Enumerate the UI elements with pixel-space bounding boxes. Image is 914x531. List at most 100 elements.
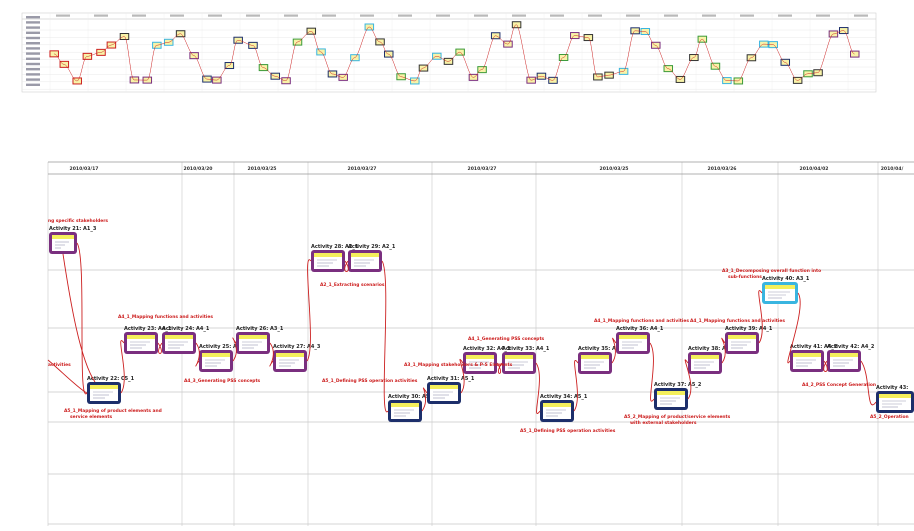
activity-title: Activity 42: A4_2 [827,344,875,350]
activity-node[interactable]: Activity 43: [876,385,914,413]
annotation-note: A4_3_Generating PSS concepts [184,378,261,384]
activity-screen-header [466,355,494,359]
activity-screen-header [127,335,155,339]
activity-title: Activity 29: A2_1 [348,244,396,250]
annotation-note: A5_2_Mapping of product/service elements… [624,414,731,426]
overview-date-tick [94,14,108,17]
flow-link [157,342,163,354]
activity-node[interactable]: Activity 36: A4_1 [616,326,664,354]
overview-date-tick [284,14,298,17]
overview-date-tick [854,14,868,17]
activity-node[interactable]: Activity 31: A5_1 [427,376,475,404]
overview-date-tick [664,14,678,17]
activity-screen-header [351,253,379,257]
overview-date-tick [322,14,336,17]
activity-node[interactable]: Activity 27: A4_3 [273,344,321,372]
activity-screen-header [543,403,571,407]
overview-date-tick [702,14,716,17]
overview-date-tick [778,14,792,17]
overview-row-label [26,21,40,24]
process-overview-minimap [21,12,877,93]
overview-row-label [26,36,40,40]
activity-title: Activity 34: A5_1 [540,394,588,400]
annotation-note: A2_1_Extracting scenarios [320,282,385,288]
overview-row-label [26,73,40,76]
activity-screen-header [830,353,858,357]
overview-date-tick [740,14,754,17]
overview-date-tick [626,14,640,17]
overview-date-tick [170,14,184,17]
overview-row-label [26,52,40,55]
activity-title: Activity 26: A3_1 [236,326,284,332]
timeline-date-label: 2010/03/26 [708,166,737,172]
overview-row-label [26,31,40,34]
overview-date-tick [246,14,260,17]
overview-date-tick [474,14,488,17]
overview-date-tick [436,14,450,17]
annotation-note: A4_1_Generating PSS concepts [468,336,545,342]
flow-link [76,242,88,395]
flow-link [649,342,655,402]
activity-node[interactable]: Activity 33: A4_1 [502,346,550,374]
overview-date-tick [360,14,374,17]
timeline-date-label: 2010/03/25 [600,166,629,172]
activity-screen-header [239,335,267,339]
activity-screen-header [505,355,533,359]
activity-title: Activity 36: A4_1 [616,326,664,332]
annotation-note: A4_1_Mapping functions and activities [118,314,213,320]
annotation-note: activities [48,362,71,368]
overview-date-tick [512,14,526,17]
overview-row-label [26,62,40,66]
timeline-date-label: 2010/03/17 [70,166,99,172]
annotation-note: A5_2_Operation [870,414,909,420]
overview-flow-path [53,24,855,82]
overview-row-label [26,57,40,60]
overview-date-tick [588,14,602,17]
activity-node[interactable]: Activity 37: A5_2 [654,382,702,410]
activity-node[interactable]: Activity 21: A1_3 [49,226,97,254]
timeline-date-label: 2010/04/ [881,166,904,172]
process-timeline-detail: 2010/03/17 2010/03/20 2010/03/25 2010/03/27… [47,161,914,526]
activity-screen-header [619,335,647,339]
activity-title: Activity 24: A4_1 [162,326,210,332]
annotation-note: A3_1_Mapping stakeholders & P-S Elements [404,362,513,368]
activity-title: Activity 33: A4_1 [502,346,550,352]
activity-screen-header [581,355,609,359]
activity-screen-header [765,285,795,289]
timeline-date-label: 2010/03/20 [184,166,213,172]
timeline-date-label: 2010/03/25 [248,166,277,172]
activity-screen-header [793,353,821,357]
activity-node[interactable]: Activity 29: A2_1 [348,244,396,272]
activity-title: Activity 37: A5_2 [654,382,702,388]
overview-date-tick [56,14,70,17]
overview-row-label [26,47,40,50]
activity-title: Activity 39: A4_1 [725,326,773,332]
overview-row-label [26,83,40,86]
overview-date-tick [208,14,222,17]
overview-date-tick [550,14,564,17]
overview-activity-box [850,50,860,58]
overview-row-label [26,16,40,19]
annotation-note: A5_1_Mapping of product elements and serv… [64,408,162,420]
activity-title: Activity 31: A5_1 [427,376,475,382]
activity-screen-header [202,353,230,357]
activity-node[interactable]: Activity 34: A5_1 [540,394,588,422]
overview-date-tick [398,14,412,17]
timeline-date-label: 2010/03/27 [348,166,377,172]
overview-row-label [26,68,40,71]
overview-row-label [26,78,40,81]
activity-screen-header [728,335,756,339]
flow-link [535,362,541,414]
activity-screen-header [391,403,419,407]
overview-date-tick [132,14,146,17]
activity-screen-header [276,353,304,357]
flow-link [823,360,828,372]
activity-screen-header [314,253,342,257]
activity-screen-header [691,355,719,359]
activity-node[interactable]: Activity 39: A4_1 [725,326,773,354]
activity-screen-header [430,385,458,389]
flow-link [120,340,125,394]
activity-node[interactable]: Activity 42: A4_2 [827,344,875,372]
annotation-note: A4_1_Mapping functions and activities [690,318,785,324]
activity-node[interactable]: Activity 40: A3_1 [762,276,810,304]
